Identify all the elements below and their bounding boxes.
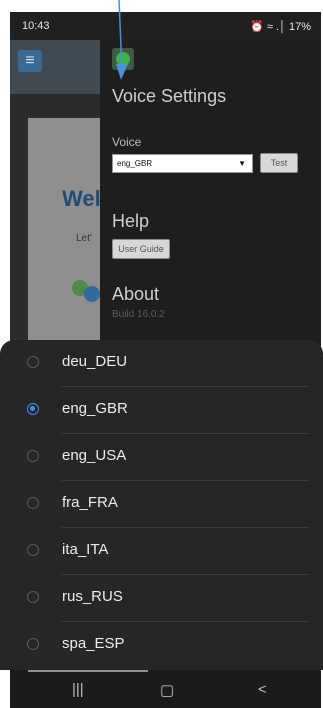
status-time: 10:43 — [22, 20, 50, 32]
radio-button[interactable] — [27, 497, 39, 509]
option-spa-esp[interactable]: spa_ESP — [0, 622, 323, 669]
option-fra-fra[interactable]: fra_FRA — [0, 481, 323, 528]
voice-label: Voice — [112, 135, 142, 149]
option-deu-deu[interactable]: deu_DEU — [0, 340, 323, 387]
option-label: spa_ESP — [62, 635, 125, 652]
menu-icon[interactable]: ≡ — [18, 50, 42, 72]
status-icons: ⏰ ≈ .│ 17% — [250, 21, 311, 33]
radio-button[interactable] — [27, 356, 39, 368]
home-icon[interactable]: ▢ — [160, 681, 174, 699]
voice-select-value: eng_GBR — [117, 159, 153, 168]
option-label: rus_RUS — [62, 588, 123, 605]
app-logo-icon — [112, 48, 134, 70]
radio-button[interactable] — [27, 450, 39, 462]
option-label: fra_FRA — [62, 494, 118, 511]
welcome-text: Wel — [62, 186, 101, 211]
radio-button[interactable] — [27, 638, 39, 650]
about-title: About — [112, 284, 160, 304]
status-bar: 10:43 ⏰ ≈ .│ 17% — [10, 12, 321, 40]
voice-options-sheet: deu_DEU eng_GBR eng_USA fra_FRA ita_ITA … — [0, 340, 323, 670]
recents-icon[interactable]: ||| — [72, 681, 84, 698]
build-version: Build 16.0.2 — [112, 309, 165, 320]
option-eng-usa[interactable]: eng_USA — [0, 434, 323, 481]
radio-button[interactable] — [27, 591, 39, 603]
option-eng-gbr[interactable]: eng_GBR — [0, 387, 323, 434]
radio-button-selected[interactable] — [27, 403, 39, 415]
option-ita-ita[interactable]: ita_ITA — [0, 528, 323, 575]
option-rus-rus[interactable]: rus_RUS — [0, 575, 323, 622]
system-nav-bar: ||| ▢ < — [10, 672, 321, 708]
test-button[interactable]: Test — [260, 153, 298, 173]
option-label: deu_DEU — [62, 353, 128, 370]
help-title: Help — [112, 211, 150, 231]
radio-button[interactable] — [27, 544, 39, 556]
user-guide-button[interactable]: User Guide — [112, 239, 170, 259]
chevron-down-icon: ▼ — [238, 159, 246, 168]
lets-text: Let' — [76, 233, 92, 244]
voice-settings-title: Voice Settings — [112, 86, 227, 106]
option-label: eng_GBR — [62, 400, 128, 417]
voice-select[interactable]: eng_GBR ▼ — [112, 154, 253, 173]
back-icon[interactable]: < — [258, 681, 267, 698]
option-label: ita_ITA — [62, 541, 109, 558]
option-label: eng_USA — [62, 447, 127, 464]
